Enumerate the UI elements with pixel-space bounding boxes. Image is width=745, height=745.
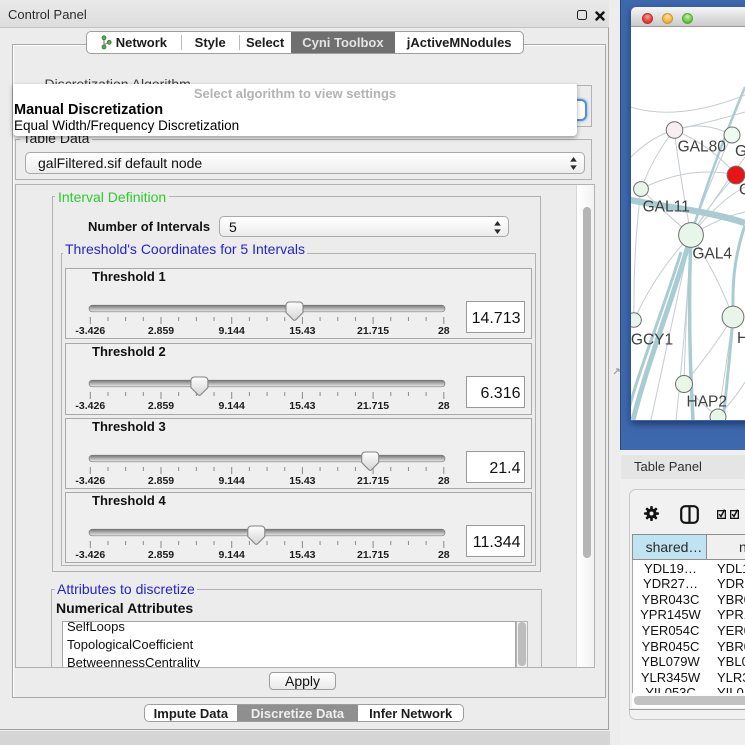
svg-text:2.859: 2.859 [148, 400, 174, 412]
svg-text:28: 28 [438, 549, 450, 561]
svg-text:GCY1: GCY1 [631, 332, 673, 349]
svg-text:28: 28 [438, 325, 450, 337]
svg-text:9.144: 9.144 [219, 475, 245, 487]
svg-text:-3.426: -3.426 [75, 400, 105, 412]
svg-text:2.859: 2.859 [148, 325, 174, 337]
svg-text:GAL4: GAL4 [692, 246, 732, 263]
svg-text:-3.426: -3.426 [75, 549, 105, 561]
svg-text:GA: GA [735, 143, 745, 160]
svg-text:21.715: 21.715 [357, 549, 389, 561]
svg-text:15.43: 15.43 [289, 549, 315, 561]
svg-text:2.859: 2.859 [148, 549, 174, 561]
svg-text:21.715: 21.715 [357, 475, 389, 487]
svg-text:2.859: 2.859 [148, 475, 174, 487]
svg-text:28: 28 [438, 475, 450, 487]
svg-text:9.144: 9.144 [219, 400, 245, 412]
svg-text:28: 28 [438, 400, 450, 412]
svg-text:GAL11: GAL11 [643, 199, 690, 216]
svg-text:9.144: 9.144 [219, 549, 245, 561]
svg-text:21.715: 21.715 [357, 325, 389, 337]
svg-text:GAL80: GAL80 [678, 139, 727, 156]
svg-text:-3.426: -3.426 [75, 325, 105, 337]
svg-text:15.43: 15.43 [289, 400, 315, 412]
svg-text:15.43: 15.43 [289, 325, 315, 337]
svg-text:9.144: 9.144 [219, 325, 245, 337]
svg-text:21.715: 21.715 [357, 400, 389, 412]
svg-text:H: H [737, 330, 745, 347]
svg-text:HAP2: HAP2 [687, 394, 728, 411]
svg-text:15.43: 15.43 [289, 475, 315, 487]
svg-text:C: C [739, 182, 745, 199]
svg-text:-3.426: -3.426 [75, 475, 105, 487]
